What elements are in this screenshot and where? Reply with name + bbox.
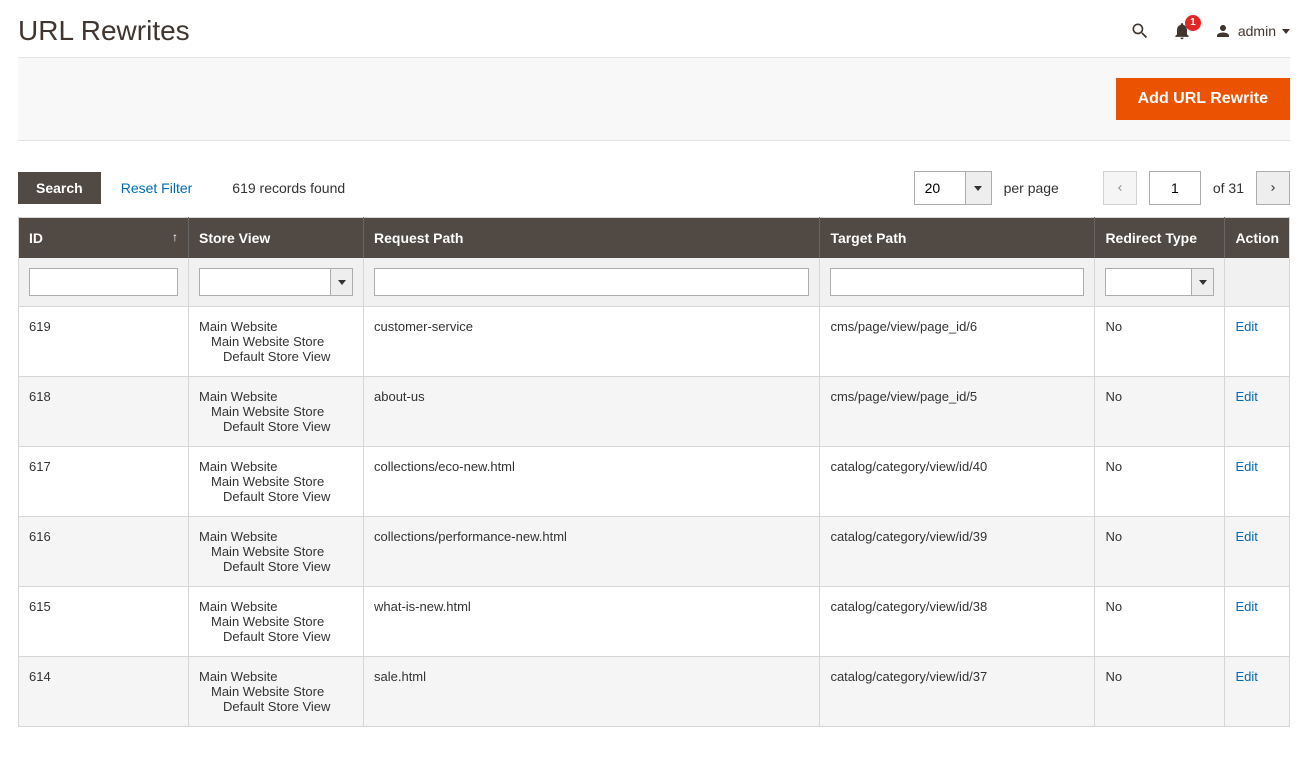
column-header-id[interactable]: ID↑ [19,218,189,259]
reset-filter-link[interactable]: Reset Filter [121,180,193,196]
chevron-down-icon [330,269,352,295]
notifications-badge: 1 [1185,15,1201,31]
column-header-store-view[interactable]: Store View [189,218,364,259]
table-row[interactable]: 614Main WebsiteMain Website StoreDefault… [19,657,1290,727]
edit-link[interactable]: Edit [1235,669,1257,684]
filter-store-view-select[interactable] [199,268,353,296]
chevron-down-icon [1191,269,1213,295]
cell-target-path: catalog/category/view/id/39 [820,517,1095,587]
cell-id: 614 [19,657,189,727]
records-found-label: 619 records found [232,180,345,196]
column-header-redirect-type[interactable]: Redirect Type [1095,218,1225,259]
cell-id: 619 [19,307,189,377]
cell-store-view: Main WebsiteMain Website StoreDefault St… [189,377,364,447]
page-title: URL Rewrites [18,15,190,47]
cell-request-path: sale.html [364,657,820,727]
cell-target-path: cms/page/view/page_id/5 [820,377,1095,447]
filter-id-input[interactable] [29,268,178,296]
search-icon[interactable] [1130,21,1150,41]
url-rewrites-table: ID↑ Store View Request Path Target Path … [18,217,1290,727]
next-page-button[interactable] [1256,171,1290,205]
table-row[interactable]: 619Main WebsiteMain Website StoreDefault… [19,307,1290,377]
avatar-icon [1214,22,1232,40]
chevron-left-icon [1114,182,1126,194]
cell-id: 615 [19,587,189,657]
cell-redirect-type: No [1095,587,1225,657]
sort-asc-icon: ↑ [172,230,178,244]
prev-page-button[interactable] [1103,171,1137,205]
cell-redirect-type: No [1095,517,1225,587]
cell-store-view: Main WebsiteMain Website StoreDefault St… [189,587,364,657]
cell-request-path: about-us [364,377,820,447]
per-page-select[interactable] [914,171,992,205]
per-page-label: per page [1004,180,1059,196]
chevron-down-icon [1282,29,1290,34]
filter-target-path-input[interactable] [830,268,1084,296]
chevron-down-icon[interactable] [965,172,991,204]
cell-redirect-type: No [1095,447,1225,517]
cell-target-path: catalog/category/view/id/37 [820,657,1095,727]
user-menu[interactable]: admin [1214,22,1290,40]
per-page-value[interactable] [915,172,965,204]
action-bar: Add URL Rewrite [18,57,1290,141]
cell-target-path: catalog/category/view/id/38 [820,587,1095,657]
edit-link[interactable]: Edit [1235,319,1257,334]
table-row[interactable]: 616Main WebsiteMain Website StoreDefault… [19,517,1290,587]
cell-target-path: catalog/category/view/id/40 [820,447,1095,517]
current-page-input[interactable] [1149,171,1201,205]
column-header-target-path[interactable]: Target Path [820,218,1095,259]
cell-redirect-type: No [1095,657,1225,727]
cell-redirect-type: No [1095,307,1225,377]
cell-id: 617 [19,447,189,517]
filter-request-path-input[interactable] [374,268,809,296]
total-pages-label: of 31 [1213,180,1244,196]
username-label: admin [1238,23,1276,39]
cell-store-view: Main WebsiteMain Website StoreDefault St… [189,517,364,587]
cell-store-view: Main WebsiteMain Website StoreDefault St… [189,447,364,517]
edit-link[interactable]: Edit [1235,389,1257,404]
search-button[interactable]: Search [18,172,101,204]
cell-store-view: Main WebsiteMain Website StoreDefault St… [189,657,364,727]
page-header: URL Rewrites 1 admin [18,0,1290,57]
cell-redirect-type: No [1095,377,1225,447]
cell-store-view: Main WebsiteMain Website StoreDefault St… [189,307,364,377]
filter-redirect-type-select[interactable] [1105,268,1214,296]
cell-id: 616 [19,517,189,587]
edit-link[interactable]: Edit [1235,529,1257,544]
table-row[interactable]: 618Main WebsiteMain Website StoreDefault… [19,377,1290,447]
add-url-rewrite-button[interactable]: Add URL Rewrite [1116,78,1290,120]
cell-id: 618 [19,377,189,447]
cell-request-path: collections/performance-new.html [364,517,820,587]
edit-link[interactable]: Edit [1235,599,1257,614]
edit-link[interactable]: Edit [1235,459,1257,474]
notifications-icon[interactable]: 1 [1172,21,1192,41]
cell-target-path: cms/page/view/page_id/6 [820,307,1095,377]
column-header-request-path[interactable]: Request Path [364,218,820,259]
column-header-action[interactable]: Action [1225,218,1290,259]
table-row[interactable]: 615Main WebsiteMain Website StoreDefault… [19,587,1290,657]
cell-request-path: what-is-new.html [364,587,820,657]
cell-request-path: collections/eco-new.html [364,447,820,517]
chevron-right-icon [1267,182,1279,194]
table-row[interactable]: 617Main WebsiteMain Website StoreDefault… [19,447,1290,517]
cell-request-path: customer-service [364,307,820,377]
